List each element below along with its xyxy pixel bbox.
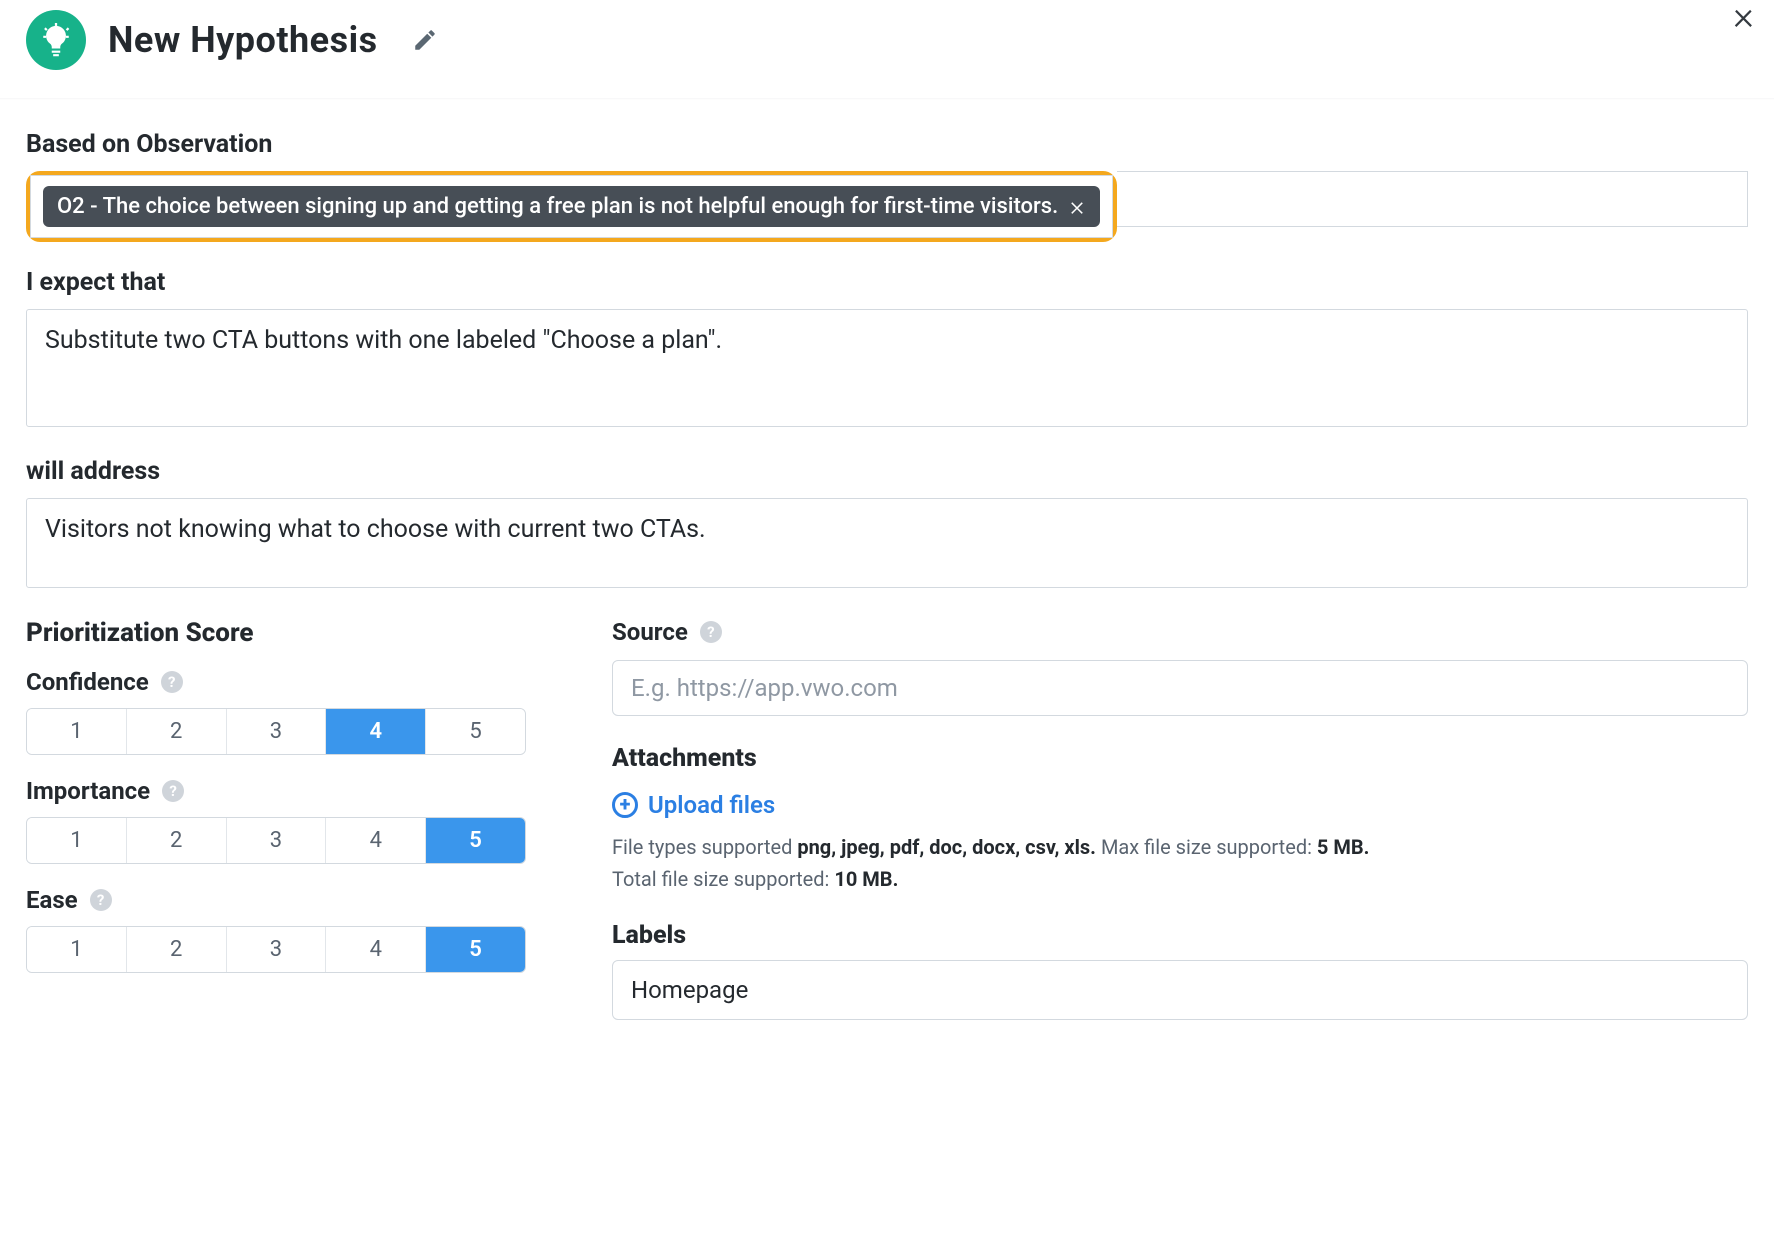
ease-score-5[interactable]: 5	[426, 927, 525, 972]
expect-label: I expect that	[26, 268, 1748, 297]
attachments-help: File types supported png, jpeg, pdf, doc…	[612, 831, 1748, 895]
observation-input[interactable]: O2 - The choice between signing up and g…	[30, 175, 1113, 238]
pencil-icon	[412, 27, 438, 53]
importance-score-1[interactable]: 1	[27, 818, 127, 863]
source-label: Source	[612, 618, 688, 646]
importance-score: 12345	[26, 817, 526, 864]
importance-label: Importance	[26, 777, 150, 805]
upload-files-text: Upload files	[648, 791, 775, 819]
page-title: New Hypothesis	[108, 19, 378, 61]
observation-highlight: O2 - The choice between signing up and g…	[26, 171, 1117, 242]
importance-score-2[interactable]: 2	[127, 818, 227, 863]
ease-score-4[interactable]: 4	[326, 927, 426, 972]
ease-score: 12345	[26, 926, 526, 973]
close-icon	[1068, 198, 1086, 216]
ease-score-3[interactable]: 3	[227, 927, 327, 972]
plus-circle-icon	[612, 792, 638, 818]
ease-label: Ease	[26, 886, 78, 914]
header: New Hypothesis	[0, 0, 1774, 98]
prioritization-title: Prioritization Score	[26, 618, 552, 648]
confidence-score: 12345	[26, 708, 526, 755]
close-icon[interactable]: ×	[1733, 0, 1754, 36]
labels-label: Labels	[612, 921, 1748, 950]
importance-score-5[interactable]: 5	[426, 818, 525, 863]
confidence-score-5[interactable]: 5	[426, 709, 525, 754]
source-input[interactable]	[612, 660, 1748, 716]
attachments-label: Attachments	[612, 744, 1748, 773]
ease-help-icon[interactable]: ?	[90, 889, 112, 911]
importance-score-3[interactable]: 3	[227, 818, 327, 863]
confidence-label: Confidence	[26, 668, 149, 696]
importance-score-4[interactable]: 4	[326, 818, 426, 863]
observation-chip-remove[interactable]	[1068, 198, 1086, 216]
address-label: will address	[26, 457, 1748, 486]
importance-help-icon[interactable]: ?	[162, 780, 184, 802]
observation-field: Based on Observation O2 - The choice bet…	[26, 130, 1748, 242]
expect-textarea[interactable]	[26, 309, 1748, 427]
observation-input-remainder[interactable]	[1117, 171, 1748, 227]
upload-files-button[interactable]: Upload files	[612, 791, 775, 819]
confidence-score-4[interactable]: 4	[326, 709, 426, 754]
edit-title-button[interactable]	[412, 27, 438, 53]
hypothesis-bulb-icon	[26, 10, 86, 70]
ease-score-1[interactable]: 1	[27, 927, 127, 972]
confidence-score-1[interactable]: 1	[27, 709, 127, 754]
address-field: will address	[26, 457, 1748, 592]
confidence-score-3[interactable]: 3	[227, 709, 327, 754]
ease-score-2[interactable]: 2	[127, 927, 227, 972]
source-help-icon[interactable]: ?	[700, 621, 722, 643]
confidence-score-2[interactable]: 2	[127, 709, 227, 754]
labels-input[interactable]	[612, 960, 1748, 1020]
address-textarea[interactable]	[26, 498, 1748, 588]
confidence-help-icon[interactable]: ?	[161, 671, 183, 693]
expect-field: I expect that	[26, 268, 1748, 431]
observation-chip-text: O2 - The choice between signing up and g…	[57, 194, 1058, 219]
observation-label: Based on Observation	[26, 130, 1748, 159]
observation-chip: O2 - The choice between signing up and g…	[43, 186, 1100, 227]
header-separator	[0, 98, 1774, 100]
